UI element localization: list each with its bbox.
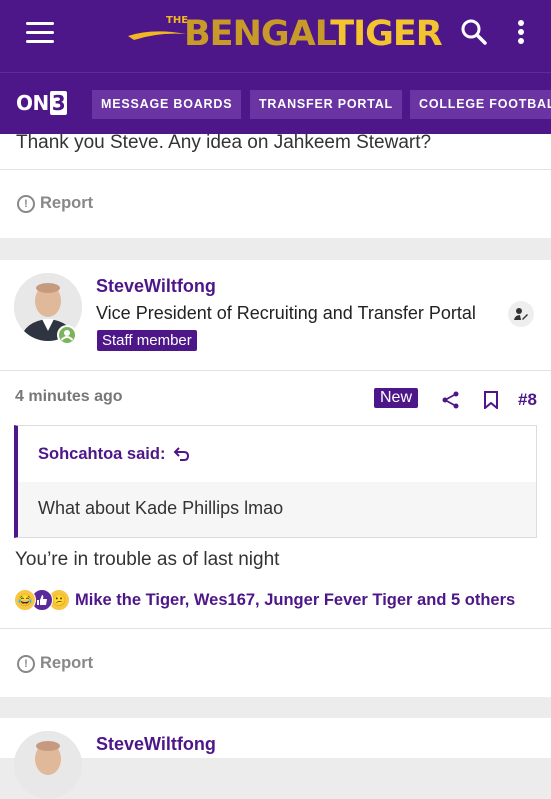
- on3-logo[interactable]: ON 3: [16, 91, 68, 115]
- previous-post: Thank you Steve. Any idea on Jahkeem Ste…: [0, 132, 551, 238]
- nav-bar: ON 3 MESSAGE BOARDS TRANSFER PORTAL COLLE…: [0, 72, 551, 134]
- post-username[interactable]: SteveWiltfong: [96, 734, 216, 755]
- staff-member-badge: Staff member: [97, 330, 197, 351]
- reply-arrow-icon[interactable]: [173, 446, 191, 462]
- tab-transfer-portal[interactable]: TRANSFER PORTAL: [250, 90, 402, 119]
- divider: [0, 169, 551, 170]
- report-button[interactable]: ! Report: [17, 654, 93, 673]
- report-icon: !: [17, 654, 35, 673]
- report-icon: !: [17, 194, 35, 213]
- kebab-icon[interactable]: [516, 20, 526, 46]
- quote-header[interactable]: Sohcahtoa said:: [18, 426, 536, 482]
- share-icon[interactable]: [441, 390, 461, 410]
- logo-wordmark: BENGALTIGER: [184, 14, 443, 54]
- report-button[interactable]: ! Report: [17, 194, 93, 213]
- post-time[interactable]: 4 minutes ago: [15, 388, 123, 406]
- search-icon[interactable]: [460, 18, 488, 46]
- user-title: Vice President of Recruiting and Transfe…: [96, 303, 476, 323]
- laugh-reaction-icon: 😂: [14, 589, 36, 611]
- staff-badge-icon[interactable]: [508, 301, 534, 327]
- report-label: Report: [40, 654, 94, 672]
- post-number[interactable]: #8: [518, 390, 537, 410]
- post-username[interactable]: SteveWiltfong: [96, 276, 216, 297]
- divider: [0, 628, 551, 629]
- new-badge: New: [374, 388, 419, 408]
- next-post-card: SteveWiltfong: [0, 718, 551, 799]
- quote-author: Sohcahtoa said:: [38, 444, 166, 463]
- tab-college-football[interactable]: COLLEGE FOOTBALL: [410, 90, 551, 119]
- divider: [0, 370, 551, 371]
- quote-block: Sohcahtoa said: What about Kade Phillips…: [14, 425, 537, 538]
- bookmark-icon[interactable]: [483, 391, 499, 409]
- online-status-icon: [57, 325, 77, 345]
- post-body: Thank you Steve. Any idea on Jahkeem Ste…: [16, 132, 432, 153]
- top-header: THE BENGALTIGER: [0, 0, 551, 72]
- menu-icon[interactable]: [26, 22, 54, 44]
- avatar-image: [14, 731, 82, 799]
- report-label: Report: [40, 194, 94, 212]
- site-logo[interactable]: THE BENGALTIGER: [128, 10, 443, 58]
- post-body: You’re in trouble as of last night: [15, 549, 280, 570]
- tiger-eye-icon: [128, 31, 186, 40]
- reactions-text[interactable]: Mike the Tiger, Wes167, Junger Fever Tig…: [75, 591, 515, 610]
- post-card: SteveWiltfong Vice President of Recruiti…: [0, 260, 551, 697]
- reactions-bar[interactable]: 😂 😕 Mike the Tiger, Wes167, Junger Fever…: [14, 589, 515, 611]
- tab-message-boards[interactable]: MESSAGE BOARDS: [92, 90, 242, 119]
- avatar[interactable]: [14, 731, 82, 799]
- quote-text: What about Kade Phillips lmao: [18, 482, 536, 537]
